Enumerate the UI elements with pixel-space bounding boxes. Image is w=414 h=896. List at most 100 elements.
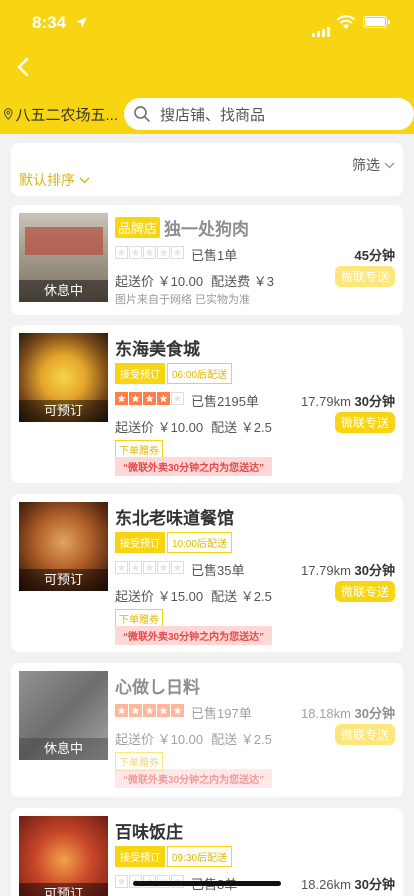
star-icon: [157, 246, 170, 259]
star-icon: [115, 704, 128, 717]
star-icon: [129, 246, 142, 259]
search-input[interactable]: 搜店铺、找商品: [124, 98, 414, 130]
distance-time: 17.79km 30分钟: [301, 563, 395, 578]
shop-card[interactable]: 可预订 东海美食城 接受预订 06:00后配送 已售2195单 17.79km 3…: [11, 325, 403, 483]
star-icon: [143, 246, 156, 259]
shop-status-overlay: 休息中: [19, 738, 108, 760]
shop-status-overlay: 可预订: [19, 400, 108, 422]
star-icon: [115, 392, 128, 405]
shop-card[interactable]: 休息中 心做し日料 已售197单 18.18km 30分钟 起送价 ￥10.00…: [11, 663, 403, 797]
star-icon: [157, 392, 170, 405]
shop-name: 心做し日料: [115, 678, 200, 697]
shop-name: 百味饭庄: [115, 823, 183, 842]
shop-status-overlay: 休息中: [19, 280, 108, 302]
rating-stars: [115, 246, 185, 259]
star-icon: [129, 704, 142, 717]
delivery-time-tag: 10:00后配送: [167, 532, 233, 553]
delivery-fee: 配送 ￥2.5: [211, 732, 272, 747]
shop-card[interactable]: 可预订 东北老味道餐馆 接受预订 10:00后配送 已售35单 17.79km 3…: [11, 494, 403, 652]
location-arrow-icon: [76, 17, 87, 28]
delivery-badge: 微联专送: [334, 724, 395, 745]
delivery-badge: 微联专送: [334, 581, 395, 602]
delivery-fee: 配送 ￥2.5: [211, 589, 272, 604]
star-icon: [143, 561, 156, 574]
shop-sign-image: [25, 227, 103, 255]
star-icon: [143, 392, 156, 405]
reservation-tag: 接受预订: [115, 363, 165, 384]
star-icon: [143, 704, 156, 717]
back-button[interactable]: [8, 52, 38, 82]
shop-name: 独一处狗肉: [164, 220, 250, 239]
search-icon: [134, 106, 150, 122]
min-order-price: 起送价 ￥10.00: [115, 732, 204, 747]
location-label: 八五二农场五...: [15, 106, 118, 124]
shop-card[interactable]: 休息中 品牌店 独一处狗肉 已售1单 45分钟 起送价 ￥10.00 配送费 ￥3…: [11, 205, 403, 315]
star-icon: [115, 875, 128, 888]
sort-default-label: 默认排序: [19, 172, 75, 188]
home-indicator[interactable]: [133, 881, 281, 886]
reservation-tag: 接受预订: [115, 846, 165, 867]
delivery-time-tag: 09:30后配送: [167, 846, 233, 867]
filter-dropdown[interactable]: 筛选: [352, 155, 395, 175]
star-icon: [129, 392, 142, 405]
wifi-icon: [336, 15, 356, 29]
shop-status-overlay: 可预订: [19, 883, 108, 896]
slogan-banner: “微联外卖30分钟之内为您送达”: [115, 769, 273, 788]
status-time: 8:34: [32, 13, 67, 32]
rating-stars: [115, 561, 185, 574]
sold-count: 已售197单: [191, 706, 252, 721]
sort-filter-bar: 默认排序 筛选: [11, 143, 403, 196]
slogan-banner: “微联外卖30分钟之内为您送达”: [115, 457, 273, 476]
sold-count: 已售2195单: [191, 394, 259, 409]
distance-time: 18.18km 30分钟: [301, 706, 395, 721]
star-icon: [115, 561, 128, 574]
sold-count: 已售1单: [191, 248, 238, 263]
shop-thumbnail: 可预订: [19, 333, 108, 422]
star-icon: [171, 704, 184, 717]
image-note: 图片来自于网络 已实物为准: [115, 294, 251, 306]
shop-thumbnail: 可预订: [19, 816, 108, 896]
star-icon: [171, 561, 184, 574]
min-order-price: 起送价 ￥10.00: [115, 420, 204, 435]
location-selector[interactable]: 八五二农场五...: [0, 98, 118, 130]
rating-stars: [115, 392, 185, 405]
shop-thumbnail: 可预订: [19, 502, 108, 591]
star-icon: [157, 561, 170, 574]
chevron-left-icon: [17, 57, 29, 77]
delivery-time: 45分钟: [354, 248, 395, 263]
delivery-time-tag: 06:00后配送: [167, 363, 233, 384]
star-icon: [157, 704, 170, 717]
min-order-price: 起送价 ￥15.00: [115, 589, 204, 604]
star-icon: [115, 246, 128, 259]
distance-time: 17.79km 30分钟: [301, 394, 395, 409]
star-icon: [129, 561, 142, 574]
slogan-banner: “微联外卖30分钟之内为您送达”: [115, 626, 273, 645]
rating-stars: [115, 704, 185, 717]
delivery-badge: 微联专送: [334, 266, 395, 287]
reservation-tag: 接受预订: [115, 532, 165, 553]
star-icon: [171, 392, 184, 405]
delivery-fee: 配送费 ￥3: [211, 274, 274, 289]
delivery-fee: 配送 ￥2.5: [211, 420, 272, 435]
shop-thumbnail: 休息中: [19, 671, 108, 760]
delivery-badge: 微联专送: [334, 412, 395, 433]
shop-status-overlay: 可预订: [19, 569, 108, 591]
min-order-price: 起送价 ￥10.00: [115, 274, 204, 289]
app-header: 8:34 八五二农场五... 搜店铺、找商品: [0, 0, 414, 134]
chevron-down-icon: [79, 177, 90, 183]
shop-thumbnail: 休息中: [19, 213, 108, 302]
search-placeholder: 搜店铺、找商品: [160, 106, 266, 124]
shop-name: 东北老味道餐馆: [115, 509, 234, 528]
sort-default-dropdown[interactable]: 默认排序: [19, 170, 90, 190]
battery-icon: [363, 16, 390, 28]
shop-name: 东海美食城: [115, 340, 200, 359]
chevron-down-icon: [384, 162, 395, 168]
status-bar: 8:34: [0, 0, 414, 44]
cellular-signal-icon: [312, 19, 332, 37]
location-pin-icon: [3, 108, 13, 120]
star-icon: [171, 246, 184, 259]
distance-time: 18.26km 30分钟: [301, 877, 395, 892]
sold-count: 已售35单: [191, 563, 245, 578]
brand-tag: 品牌店: [115, 217, 161, 238]
filter-label: 筛选: [352, 157, 380, 173]
